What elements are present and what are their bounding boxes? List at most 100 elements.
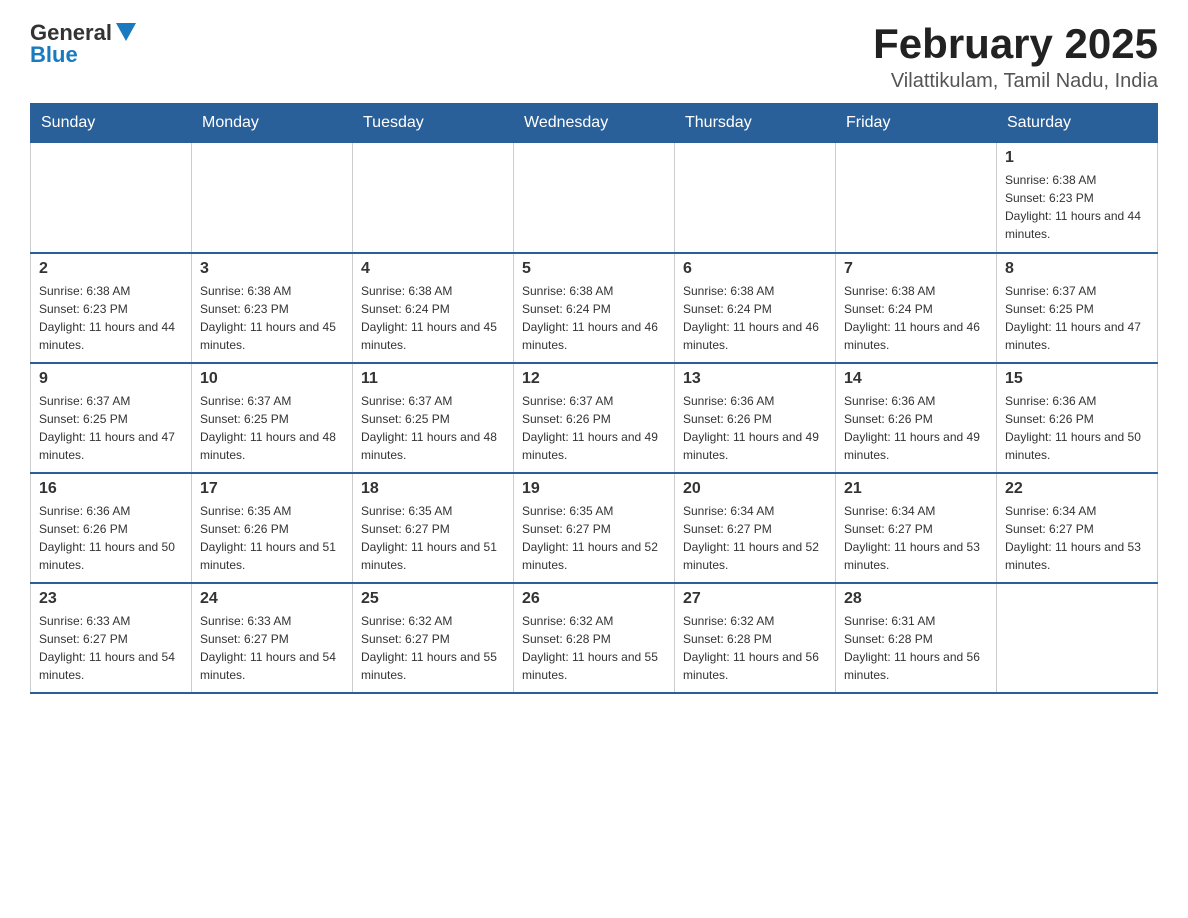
day-info: Sunrise: 6:36 AM Sunset: 6:26 PM Dayligh…	[1005, 392, 1149, 464]
logo: General Blue	[30, 20, 136, 68]
day-info: Sunrise: 6:38 AM Sunset: 6:23 PM Dayligh…	[39, 282, 183, 354]
calendar-cell	[353, 143, 514, 253]
day-number: 25	[361, 590, 505, 608]
week-row-4: 16Sunrise: 6:36 AM Sunset: 6:26 PM Dayli…	[31, 473, 1158, 583]
day-info: Sunrise: 6:34 AM Sunset: 6:27 PM Dayligh…	[683, 502, 827, 574]
calendar-cell	[675, 143, 836, 253]
calendar-cell: 2Sunrise: 6:38 AM Sunset: 6:23 PM Daylig…	[31, 253, 192, 363]
day-number: 7	[844, 260, 988, 278]
calendar-cell	[31, 143, 192, 253]
logo-triangle-icon	[116, 23, 136, 41]
calendar-title: February 2025	[873, 20, 1158, 68]
calendar-body: 1 Sunrise: 6:38 AM Sunset: 6:23 PM Daylig…	[31, 143, 1158, 693]
day-info: Sunrise: 6:38 AM Sunset: 6:23 PM Dayligh…	[1005, 171, 1149, 243]
calendar-cell: 20 Sunrise: 6:34 AM Sunset: 6:27 PM Dayli…	[675, 473, 836, 583]
day-info: Sunrise: 6:32 AM Sunset: 6:28 PM Dayligh…	[683, 612, 827, 684]
day-number: 19	[522, 480, 666, 498]
day-number: 18	[361, 480, 505, 498]
day-number: 20	[683, 480, 827, 498]
header-monday: Monday	[192, 104, 353, 143]
day-number: 21	[844, 480, 988, 498]
header-sunday: Sunday	[31, 104, 192, 143]
week-row-5: 23 Sunrise: 6:33 AM Sunset: 6:27 PM Dayli…	[31, 583, 1158, 693]
calendar-cell: 22 Sunrise: 6:34 AM Sunset: 6:27 PM Dayli…	[997, 473, 1158, 583]
day-info: Sunrise: 6:36 AM Sunset: 6:26 PM Dayligh…	[39, 502, 183, 574]
week-row-2: 2Sunrise: 6:38 AM Sunset: 6:23 PM Daylig…	[31, 253, 1158, 363]
day-info: Sunrise: 6:34 AM Sunset: 6:27 PM Dayligh…	[1005, 502, 1149, 574]
calendar-cell: 5Sunrise: 6:38 AM Sunset: 6:24 PM Daylig…	[514, 253, 675, 363]
day-number: 15	[1005, 370, 1149, 388]
day-number: 27	[683, 590, 827, 608]
day-number: 14	[844, 370, 988, 388]
calendar-cell: 27 Sunrise: 6:32 AM Sunset: 6:28 PM Dayli…	[675, 583, 836, 693]
day-number: 24	[200, 590, 344, 608]
calendar-cell: 12 Sunrise: 6:37 AM Sunset: 6:26 PM Dayli…	[514, 363, 675, 473]
calendar-table: SundayMondayTuesdayWednesdayThursdayFrid…	[30, 103, 1158, 694]
calendar-cell: 7 Sunrise: 6:38 AM Sunset: 6:24 PM Daylig…	[836, 253, 997, 363]
header-tuesday: Tuesday	[353, 104, 514, 143]
calendar-cell: 6 Sunrise: 6:38 AM Sunset: 6:24 PM Daylig…	[675, 253, 836, 363]
calendar-cell: 28 Sunrise: 6:31 AM Sunset: 6:28 PM Dayli…	[836, 583, 997, 693]
day-number: 28	[844, 590, 988, 608]
day-info: Sunrise: 6:38 AM Sunset: 6:24 PM Dayligh…	[361, 282, 505, 354]
day-number: 11	[361, 370, 505, 388]
calendar-cell	[836, 143, 997, 253]
calendar-subtitle: Vilattikulam, Tamil Nadu, India	[873, 70, 1158, 93]
day-info: Sunrise: 6:37 AM Sunset: 6:26 PM Dayligh…	[522, 392, 666, 464]
header: General Blue February 2025 Vilattikulam,…	[30, 20, 1158, 93]
day-info: Sunrise: 6:37 AM Sunset: 6:25 PM Dayligh…	[200, 392, 344, 464]
week-row-1: 1 Sunrise: 6:38 AM Sunset: 6:23 PM Daylig…	[31, 143, 1158, 253]
day-number: 8	[1005, 260, 1149, 278]
day-info: Sunrise: 6:33 AM Sunset: 6:27 PM Dayligh…	[39, 612, 183, 684]
day-info: Sunrise: 6:38 AM Sunset: 6:23 PM Dayligh…	[200, 282, 344, 354]
day-info: Sunrise: 6:32 AM Sunset: 6:28 PM Dayligh…	[522, 612, 666, 684]
day-info: Sunrise: 6:33 AM Sunset: 6:27 PM Dayligh…	[200, 612, 344, 684]
calendar-cell: 9 Sunrise: 6:37 AM Sunset: 6:25 PM Daylig…	[31, 363, 192, 473]
day-info: Sunrise: 6:38 AM Sunset: 6:24 PM Dayligh…	[844, 282, 988, 354]
calendar-cell: 10 Sunrise: 6:37 AM Sunset: 6:25 PM Dayli…	[192, 363, 353, 473]
day-info: Sunrise: 6:35 AM Sunset: 6:27 PM Dayligh…	[361, 502, 505, 574]
calendar-cell: 15 Sunrise: 6:36 AM Sunset: 6:26 PM Dayli…	[997, 363, 1158, 473]
calendar-cell: 23 Sunrise: 6:33 AM Sunset: 6:27 PM Dayli…	[31, 583, 192, 693]
header-friday: Friday	[836, 104, 997, 143]
calendar-cell: 19 Sunrise: 6:35 AM Sunset: 6:27 PM Dayli…	[514, 473, 675, 583]
header-row: SundayMondayTuesdayWednesdayThursdayFrid…	[31, 104, 1158, 143]
day-number: 13	[683, 370, 827, 388]
calendar-header: SundayMondayTuesdayWednesdayThursdayFrid…	[31, 104, 1158, 143]
day-number: 3	[200, 260, 344, 278]
day-info: Sunrise: 6:31 AM Sunset: 6:28 PM Dayligh…	[844, 612, 988, 684]
day-info: Sunrise: 6:37 AM Sunset: 6:25 PM Dayligh…	[361, 392, 505, 464]
calendar-cell: 4Sunrise: 6:38 AM Sunset: 6:24 PM Daylig…	[353, 253, 514, 363]
header-thursday: Thursday	[675, 104, 836, 143]
day-info: Sunrise: 6:37 AM Sunset: 6:25 PM Dayligh…	[39, 392, 183, 464]
day-number: 5	[522, 260, 666, 278]
day-info: Sunrise: 6:34 AM Sunset: 6:27 PM Dayligh…	[844, 502, 988, 574]
day-info: Sunrise: 6:35 AM Sunset: 6:27 PM Dayligh…	[522, 502, 666, 574]
calendar-cell	[997, 583, 1158, 693]
title-area: February 2025 Vilattikulam, Tamil Nadu, …	[873, 20, 1158, 93]
calendar-cell: 24 Sunrise: 6:33 AM Sunset: 6:27 PM Dayli…	[192, 583, 353, 693]
logo-blue-text: Blue	[30, 42, 78, 68]
calendar-cell: 8 Sunrise: 6:37 AM Sunset: 6:25 PM Daylig…	[997, 253, 1158, 363]
calendar-cell: 1 Sunrise: 6:38 AM Sunset: 6:23 PM Daylig…	[997, 143, 1158, 253]
calendar-cell: 25 Sunrise: 6:32 AM Sunset: 6:27 PM Dayli…	[353, 583, 514, 693]
day-number: 12	[522, 370, 666, 388]
calendar-cell: 17 Sunrise: 6:35 AM Sunset: 6:26 PM Dayli…	[192, 473, 353, 583]
calendar-cell: 26Sunrise: 6:32 AM Sunset: 6:28 PM Dayli…	[514, 583, 675, 693]
calendar-cell: 3 Sunrise: 6:38 AM Sunset: 6:23 PM Daylig…	[192, 253, 353, 363]
week-row-3: 9 Sunrise: 6:37 AM Sunset: 6:25 PM Daylig…	[31, 363, 1158, 473]
day-info: Sunrise: 6:36 AM Sunset: 6:26 PM Dayligh…	[683, 392, 827, 464]
day-number: 1	[1005, 149, 1149, 167]
day-info: Sunrise: 6:38 AM Sunset: 6:24 PM Dayligh…	[683, 282, 827, 354]
day-number: 10	[200, 370, 344, 388]
day-info: Sunrise: 6:35 AM Sunset: 6:26 PM Dayligh…	[200, 502, 344, 574]
header-wednesday: Wednesday	[514, 104, 675, 143]
day-number: 17	[200, 480, 344, 498]
day-number: 23	[39, 590, 183, 608]
calendar-cell: 13 Sunrise: 6:36 AM Sunset: 6:26 PM Dayli…	[675, 363, 836, 473]
day-number: 6	[683, 260, 827, 278]
day-info: Sunrise: 6:37 AM Sunset: 6:25 PM Dayligh…	[1005, 282, 1149, 354]
day-number: 9	[39, 370, 183, 388]
day-info: Sunrise: 6:32 AM Sunset: 6:27 PM Dayligh…	[361, 612, 505, 684]
day-number: 22	[1005, 480, 1149, 498]
